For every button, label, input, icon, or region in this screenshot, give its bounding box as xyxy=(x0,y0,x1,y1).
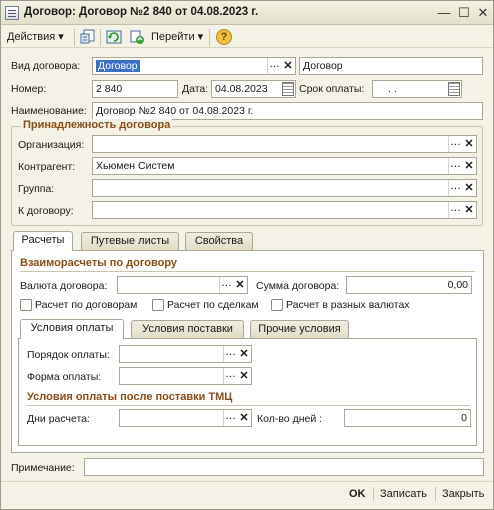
org-field[interactable]: … ✕ xyxy=(92,135,477,153)
days-field[interactable]: … ✕ xyxy=(119,409,252,427)
tab-delivery-terms[interactable]: Условия поставки xyxy=(131,320,244,338)
name-label: Наименование: xyxy=(11,105,87,117)
select-button[interactable]: … xyxy=(219,277,233,293)
goto-menu-button[interactable]: Перейти ▾ xyxy=(151,29,203,46)
days-count-label: Кол-во дней : xyxy=(257,413,323,425)
contract-type-field[interactable]: Договор … ✕ xyxy=(92,57,296,75)
toolbar-separator xyxy=(74,29,75,46)
select-button[interactable]: … xyxy=(223,368,237,384)
currency-field[interactable]: … ✕ xyxy=(117,276,248,294)
date-label: Дата: xyxy=(182,83,209,95)
select-button[interactable]: … xyxy=(448,158,462,174)
date-value: 04.08.2023 xyxy=(215,83,268,95)
calendar-icon[interactable] xyxy=(282,82,294,96)
currencies-checkbox[interactable] xyxy=(271,299,283,311)
actions-menu-button[interactable]: Действия ▾ xyxy=(7,29,64,46)
due-value: . . xyxy=(388,83,397,95)
contracts-checkbox-label: Расчет по договорам xyxy=(35,299,138,311)
select-button[interactable]: … xyxy=(223,410,237,426)
number-label: Номер: xyxy=(11,83,47,95)
document-icon xyxy=(5,6,19,20)
currencies-checkbox-label: Расчет в разных валютах xyxy=(286,299,410,311)
select-button[interactable]: … xyxy=(448,180,462,196)
days-count-field[interactable]: 0 xyxy=(344,409,471,427)
clear-icon[interactable]: ✕ xyxy=(237,368,251,384)
belonging-title: Принадлежность договора xyxy=(21,119,173,131)
footer-separator xyxy=(373,487,374,501)
clear-icon[interactable]: ✕ xyxy=(237,346,251,362)
payment-terms-panel: Порядок оплаты: … ✕ Форма оплаты: … ✕ Ус… xyxy=(18,338,477,446)
select-button[interactable]: … xyxy=(267,58,281,74)
view-icon[interactable] xyxy=(80,29,96,45)
clear-icon[interactable]: ✕ xyxy=(237,410,251,426)
payment-form-label: Форма оплаты: xyxy=(27,371,102,383)
contract-type-text-field[interactable]: Договор xyxy=(299,57,483,75)
toolbar-separator xyxy=(209,29,210,46)
clear-icon[interactable]: ✕ xyxy=(462,202,476,218)
number-field[interactable]: 2 840 xyxy=(92,80,178,98)
settlements-title: Взаиморасчеты по договору xyxy=(20,257,178,269)
currency-label: Валюта договора: xyxy=(20,280,108,292)
counterparty-field[interactable]: Хьюмен Систем … ✕ xyxy=(92,157,477,175)
payment-order-label: Порядок оплаты: xyxy=(27,349,110,361)
refresh-icon[interactable] xyxy=(106,29,122,45)
select-button[interactable]: … xyxy=(223,346,237,362)
to-contract-label: К договору: xyxy=(18,205,74,217)
close-form-button[interactable]: Закрыть xyxy=(442,486,484,502)
toolbar-separator xyxy=(100,29,101,46)
close-button[interactable]: ✕ xyxy=(475,5,491,21)
days-label: Дни расчета: xyxy=(27,413,90,425)
due-field[interactable]: . . xyxy=(372,80,462,98)
copy-icon[interactable] xyxy=(129,29,145,45)
minimize-button[interactable]: — xyxy=(436,5,452,21)
section-divider xyxy=(20,271,475,272)
note-field[interactable] xyxy=(84,458,484,476)
help-button[interactable]: ? xyxy=(216,29,232,45)
select-button[interactable]: … xyxy=(448,136,462,152)
counterparty-value: Хьюмен Систем xyxy=(96,160,175,172)
tab-properties[interactable]: Свойства xyxy=(185,232,253,250)
clear-icon[interactable]: ✕ xyxy=(281,58,295,74)
tab-payment-terms[interactable]: Условия оплаты xyxy=(20,319,124,339)
group-field[interactable]: … ✕ xyxy=(92,179,477,197)
tab-other-terms[interactable]: Прочие условия xyxy=(250,320,349,338)
clear-icon[interactable]: ✕ xyxy=(233,277,247,293)
save-button[interactable]: Записать xyxy=(380,486,427,502)
clear-icon[interactable]: ✕ xyxy=(462,180,476,196)
select-button[interactable]: … xyxy=(448,202,462,218)
payment-form-field[interactable]: … ✕ xyxy=(119,367,252,385)
clear-icon[interactable]: ✕ xyxy=(462,136,476,152)
toolbar: Действия ▾ Перейти ▾ ? xyxy=(1,26,493,48)
after-delivery-title: Условия оплаты после поставки ТМЦ xyxy=(27,391,233,403)
to-contract-field[interactable]: … ✕ xyxy=(92,201,477,219)
maximize-button[interactable]: ☐ xyxy=(456,5,472,21)
contract-type-label: Вид договора: xyxy=(11,60,81,72)
deals-checkbox[interactable] xyxy=(152,299,164,311)
footer-divider xyxy=(1,481,493,482)
note-label: Примечание: xyxy=(11,462,75,474)
name-field[interactable]: Договор №2 840 от 04.08.2023 г. xyxy=(92,102,483,120)
contracts-checkbox[interactable] xyxy=(20,299,32,311)
section-divider xyxy=(27,405,470,406)
amount-field[interactable]: 0,00 xyxy=(346,276,472,294)
group-label: Группа: xyxy=(18,183,55,195)
tab-settlements[interactable]: Расчеты xyxy=(13,231,73,251)
window-title: Договор: Договор №2 840 от 04.08.2023 г. xyxy=(24,6,259,18)
clear-icon[interactable]: ✕ xyxy=(462,158,476,174)
settlements-panel: Взаиморасчеты по договору Валюта договор… xyxy=(11,250,484,453)
counterparty-label: Контрагент: xyxy=(18,161,76,173)
footer-separator xyxy=(435,487,436,501)
amount-label: Сумма договора: xyxy=(256,280,340,292)
date-field[interactable]: 04.08.2023 xyxy=(211,80,296,98)
due-label: Срок оплаты: xyxy=(299,83,365,95)
title-bar: Договор: Договор №2 840 от 04.08.2023 г.… xyxy=(1,1,493,25)
calendar-icon[interactable] xyxy=(448,82,460,96)
contract-type-value: Договор xyxy=(96,60,140,72)
org-label: Организация: xyxy=(18,139,85,151)
contract-window: Договор: Договор №2 840 от 04.08.2023 г.… xyxy=(0,0,494,510)
ok-button[interactable]: OK xyxy=(349,486,366,502)
tab-waybills[interactable]: Путевые листы xyxy=(81,232,179,250)
payment-order-field[interactable]: … ✕ xyxy=(119,345,252,363)
deals-checkbox-label: Расчет по сделкам xyxy=(167,299,259,311)
